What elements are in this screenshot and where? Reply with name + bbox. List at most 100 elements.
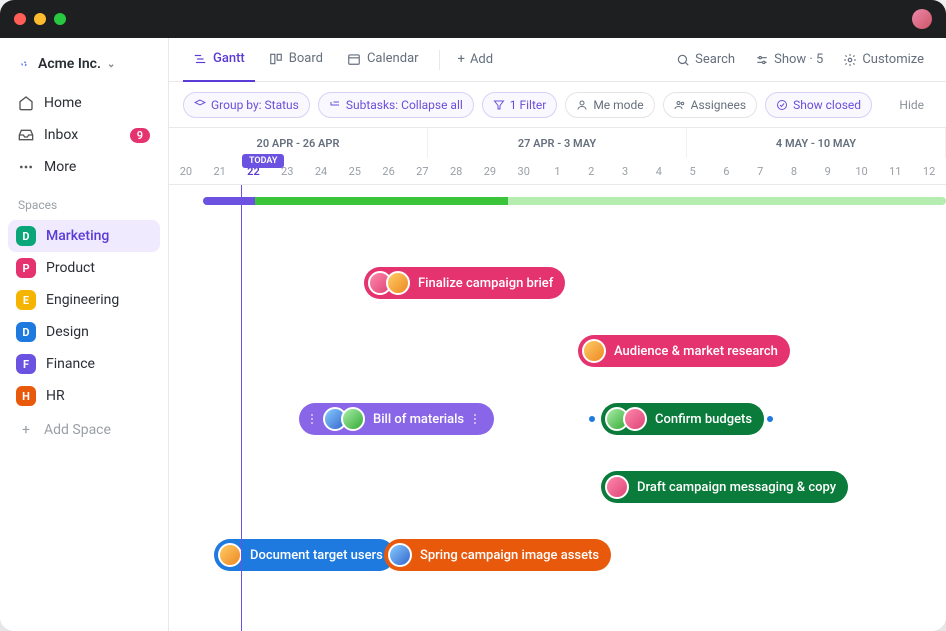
workspace-switcher[interactable]: Acme Inc. ⌄: [8, 50, 160, 78]
inbox-icon: [18, 127, 34, 143]
plus-icon: +: [458, 52, 465, 67]
task-label: Audience & market research: [614, 344, 778, 359]
day-header: 24: [304, 158, 338, 184]
day-header: 8: [777, 158, 811, 184]
assignee-group: [605, 475, 629, 499]
task-label: Confirm budgets: [655, 412, 752, 427]
view-tab-calendar[interactable]: Calendar: [337, 38, 429, 82]
sidebar-space-product[interactable]: P Product: [8, 252, 160, 284]
nav-label: Home: [44, 95, 82, 111]
assignee-avatar: [582, 339, 606, 363]
day-header: 7: [743, 158, 777, 184]
sidebar: Acme Inc. ⌄ Home Inbox 9 More Spaces D Ma…: [0, 38, 169, 631]
subtasks-pill[interactable]: Subtasks: Collapse all: [318, 92, 474, 118]
assignee-avatar: [388, 543, 412, 567]
sliders-icon: [755, 53, 769, 67]
space-badge-icon: D: [16, 226, 36, 246]
sidebar-space-marketing[interactable]: D Marketing: [8, 220, 160, 252]
main-content: Gantt Board Calendar + Add: [169, 38, 946, 631]
add-view-button[interactable]: + Add: [450, 47, 502, 72]
filter-bar: Group by: Status Subtasks: Collapse all …: [169, 82, 946, 128]
connector-dot[interactable]: [589, 416, 595, 422]
assignee-avatar: [605, 475, 629, 499]
task-label: Finalize campaign brief: [418, 276, 553, 291]
gantt-chart[interactable]: Finalize campaign brief Audience & market…: [169, 185, 946, 631]
space-badge-icon: P: [16, 258, 36, 278]
space-label: Product: [46, 260, 95, 276]
day-header: 6: [710, 158, 744, 184]
show-closed-pill[interactable]: Show closed: [765, 92, 872, 118]
filter-pill[interactable]: 1 Filter: [482, 92, 558, 118]
nav-label: More: [44, 159, 76, 175]
day-header: 11: [878, 158, 912, 184]
assignees-pill[interactable]: Assignees: [663, 92, 757, 118]
day-header: 21: [203, 158, 237, 184]
view-tab-board[interactable]: Board: [259, 38, 333, 82]
workspace-logo-icon: [16, 56, 32, 72]
assignee-avatar: [386, 271, 410, 295]
search-icon: [676, 53, 690, 67]
gantt-task[interactable]: Confirm budgets: [601, 403, 764, 435]
assignee-group: [368, 271, 410, 295]
space-label: Finance: [46, 356, 95, 372]
view-tab-gantt[interactable]: Gantt: [183, 38, 255, 82]
group-by-pill[interactable]: Group by: Status: [183, 92, 310, 118]
gear-icon: [843, 53, 857, 67]
minimize-window-button[interactable]: [34, 13, 46, 25]
nav-home[interactable]: Home: [8, 88, 160, 118]
gantt-task[interactable]: Draft campaign messaging & copy: [601, 471, 848, 503]
week-header: 20 APR - 26 APR: [169, 128, 428, 158]
day-header: 4: [642, 158, 676, 184]
space-label: HR: [46, 388, 65, 404]
drag-handle-icon[interactable]: [472, 414, 478, 424]
today-marker: TODAY: [242, 154, 284, 168]
search-button[interactable]: Search: [668, 47, 743, 72]
user-avatar[interactable]: [912, 9, 932, 29]
inbox-badge: 9: [130, 128, 150, 143]
traffic-lights: [14, 13, 66, 25]
day-header: 5: [676, 158, 710, 184]
maximize-window-button[interactable]: [54, 13, 66, 25]
day-header: 3: [608, 158, 642, 184]
gantt-task[interactable]: Audience & market research: [578, 335, 790, 367]
assignee-group: [388, 543, 412, 567]
gantt-task[interactable]: Finalize campaign brief: [364, 267, 565, 299]
calendar-icon: [347, 52, 361, 66]
show-button[interactable]: Show · 5: [747, 47, 831, 72]
day-header: 25: [338, 158, 372, 184]
me-mode-pill[interactable]: Me mode: [565, 92, 654, 118]
app-window: Acme Inc. ⌄ Home Inbox 9 More Spaces D Ma…: [0, 0, 946, 631]
week-header: 27 APR - 3 MAY: [428, 128, 687, 158]
sidebar-space-engineering[interactable]: EEngineering: [8, 284, 160, 316]
timeline-header: 20 APR - 26 APR27 APR - 3 MAY4 MAY - 10 …: [169, 128, 946, 185]
space-badge-icon: F: [16, 354, 36, 374]
nav-more[interactable]: More: [8, 152, 160, 182]
gantt-task[interactable]: Spring campaign image assets: [384, 539, 611, 571]
people-icon: [674, 99, 686, 111]
day-header: 29: [473, 158, 507, 184]
drag-handle-icon[interactable]: [309, 414, 315, 424]
assignee-group: [582, 339, 606, 363]
connector-dot[interactable]: [767, 416, 773, 422]
spaces-section-label: Spaces: [8, 184, 160, 218]
gantt-task[interactable]: Bill of materials: [299, 403, 494, 435]
spaces-list: D Marketing P Product EEngineeringDDesign F Fi…: [8, 220, 160, 412]
customize-button[interactable]: Customize: [835, 47, 932, 72]
filter-icon: [493, 99, 505, 111]
add-space-button[interactable]: + Add Space: [8, 414, 160, 446]
task-label: Document target users: [250, 548, 383, 563]
home-icon: [18, 95, 34, 111]
hide-button[interactable]: Hide: [891, 94, 932, 116]
close-window-button[interactable]: [14, 13, 26, 25]
sidebar-space-finance[interactable]: F Finance: [8, 348, 160, 380]
nav-inbox[interactable]: Inbox 9: [8, 120, 160, 150]
nav-label: Inbox: [44, 127, 78, 143]
gantt-icon: [193, 52, 207, 66]
sidebar-space-hr[interactable]: HHR: [8, 380, 160, 412]
space-label: Engineering: [46, 292, 119, 308]
sidebar-space-design[interactable]: DDesign: [8, 316, 160, 348]
day-header: 2: [574, 158, 608, 184]
space-label: Marketing: [46, 228, 109, 244]
check-circle-icon: [776, 99, 788, 111]
person-icon: [576, 99, 588, 111]
